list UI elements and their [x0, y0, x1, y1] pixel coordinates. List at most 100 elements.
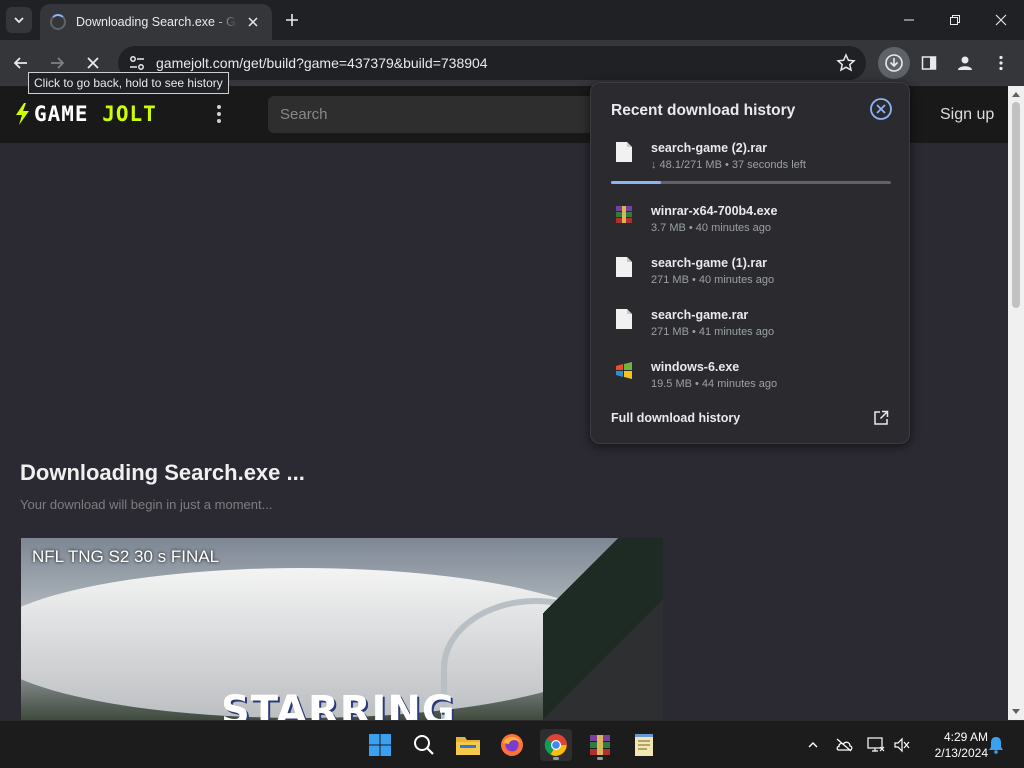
onedrive-icon — [836, 738, 853, 752]
arrow-left-icon — [13, 57, 27, 69]
page-scrollbar[interactable] — [1008, 86, 1024, 720]
download-filename: search-game (1).rar — [651, 256, 768, 270]
url-text[interactable]: gamejolt.com/get/build?game=437379&build… — [156, 55, 488, 71]
download-item[interactable]: winrar-x64-700b4.exe 3.7 MB • 40 minutes… — [591, 198, 911, 244]
tab-search-button[interactable] — [6, 7, 32, 33]
plus-icon — [286, 14, 298, 26]
site-search-input[interactable]: Search — [268, 96, 598, 133]
notepad-icon — [635, 734, 653, 756]
taskbar-search-button[interactable] — [408, 729, 440, 761]
star-icon[interactable] — [836, 53, 856, 73]
chrome-icon — [544, 734, 567, 756]
download-icon — [885, 54, 903, 72]
start-button[interactable] — [364, 729, 396, 761]
file-icon — [616, 257, 632, 277]
close-window-button[interactable] — [978, 0, 1024, 40]
scroll-down-arrow[interactable] — [1012, 709, 1020, 714]
close-icon — [995, 14, 1007, 26]
windows-start-icon — [369, 734, 391, 756]
system-clock[interactable]: 4:29 AM 2/13/2024 — [918, 729, 988, 761]
volume-muted-icon — [894, 737, 910, 753]
tab-strip: Downloading Search.exe - Game Jolt — [0, 0, 1024, 40]
full-download-history-link[interactable]: Full download history — [611, 411, 740, 425]
side-panel-button[interactable] — [916, 50, 942, 76]
firefox-icon — [501, 734, 523, 756]
minimize-button[interactable] — [886, 0, 932, 40]
download-popup-title: Recent download history — [611, 102, 796, 119]
lightning-bolt-icon — [16, 103, 29, 125]
notifications-button[interactable] — [986, 735, 1006, 755]
back-tooltip: Click to go back, hold to see history — [28, 72, 229, 94]
download-meta: 3.7 MB • 40 minutes ago — [651, 222, 772, 234]
browser-menu-button[interactable] — [988, 50, 1014, 76]
notepad-button[interactable] — [628, 729, 660, 761]
file-icon — [616, 142, 632, 162]
download-filename: winrar-x64-700b4.exe — [651, 204, 778, 218]
tab-close-button[interactable] — [244, 13, 262, 31]
active-indicator — [553, 757, 559, 760]
file-icon — [616, 309, 632, 329]
winrar-icon — [616, 206, 632, 223]
close-icon[interactable] — [869, 97, 893, 121]
arrow-right-icon — [51, 57, 65, 69]
firefox-button[interactable] — [496, 729, 528, 761]
winrar-icon — [590, 735, 610, 755]
tab-active[interactable]: Downloading Search.exe - Game Jolt — [40, 4, 272, 40]
chevron-down-icon — [14, 17, 24, 24]
volume-button[interactable] — [892, 735, 912, 755]
network-icon — [867, 737, 885, 752]
clock-time: 4:29 AM — [943, 730, 988, 744]
file-explorer-icon — [456, 737, 480, 755]
download-item[interactable]: search-game.rar 271 MB • 41 minutes ago — [591, 302, 911, 348]
notification-bell-icon — [989, 737, 1003, 754]
downloads-button[interactable] — [878, 47, 910, 79]
download-progress-fill — [611, 181, 661, 184]
download-meta: 19.5 MB • 44 minutes ago — [651, 378, 778, 390]
profile-icon — [958, 56, 972, 70]
download-history-popup: Recent download history search-game (2).… — [590, 82, 910, 444]
site-search-placeholder: Search — [280, 106, 328, 123]
download-meta: 271 MB • 41 minutes ago — [651, 326, 775, 338]
chrome-button[interactable] — [540, 729, 572, 761]
file-explorer-button[interactable] — [452, 729, 484, 761]
site-menu-button[interactable] — [212, 104, 226, 124]
signup-link[interactable]: Sign up — [940, 106, 994, 124]
download-item[interactable]: search-game (1).rar 271 MB • 40 minutes … — [591, 250, 911, 296]
close-icon — [248, 17, 258, 27]
chevron-up-icon — [808, 742, 818, 748]
stop-icon — [87, 57, 99, 69]
download-filename: windows-6.exe — [651, 360, 740, 374]
download-filename: search-game (2).rar — [651, 141, 768, 155]
download-item[interactable]: search-game (2).rar ↓ 48.1/271 MB • 37 s… — [591, 135, 911, 181]
windows-taskbar: 4:29 AM 2/13/2024 — [0, 720, 1024, 768]
loading-spinner-icon — [50, 14, 66, 30]
open-in-new-icon[interactable] — [873, 410, 889, 426]
winrar-button[interactable] — [584, 729, 616, 761]
download-item[interactable]: windows-6.exe 19.5 MB • 44 minutes ago — [591, 354, 911, 400]
logo-jolt-text: JOLT — [102, 102, 157, 126]
download-meta: ↓ 48.1/271 MB • 37 seconds left — [651, 159, 806, 171]
profile-button[interactable] — [952, 50, 978, 76]
download-heading: Downloading Search.exe ... — [20, 460, 305, 485]
download-meta: 271 MB • 40 minutes ago — [651, 274, 775, 286]
show-hidden-icons-button[interactable] — [803, 735, 823, 755]
windows-logo-icon — [616, 362, 632, 379]
download-progress-bar — [611, 181, 891, 184]
download-subtext: Your download will begin in just a momen… — [20, 497, 273, 512]
tune-icon[interactable] — [128, 54, 146, 72]
new-tab-button[interactable] — [282, 10, 302, 30]
minimize-icon — [904, 19, 914, 21]
video-ad[interactable]: NFL TNG S2 30 s FINAL STARRING — [21, 538, 663, 720]
address-bar[interactable]: gamejolt.com/get/build?game=437379&build… — [118, 46, 866, 80]
scrollbar-thumb[interactable] — [1012, 102, 1020, 308]
restore-icon — [950, 15, 960, 25]
restore-button[interactable] — [932, 0, 978, 40]
clock-date: 2/13/2024 — [934, 746, 988, 760]
onedrive-button[interactable] — [834, 735, 854, 755]
gamejolt-logo[interactable]: GAME JOLT — [14, 102, 157, 126]
download-filename: search-game.rar — [651, 308, 749, 322]
scroll-up-arrow[interactable] — [1012, 92, 1020, 97]
running-indicator — [597, 757, 603, 760]
video-title: NFL TNG S2 30 s FINAL — [32, 547, 220, 566]
network-button[interactable] — [866, 735, 886, 755]
